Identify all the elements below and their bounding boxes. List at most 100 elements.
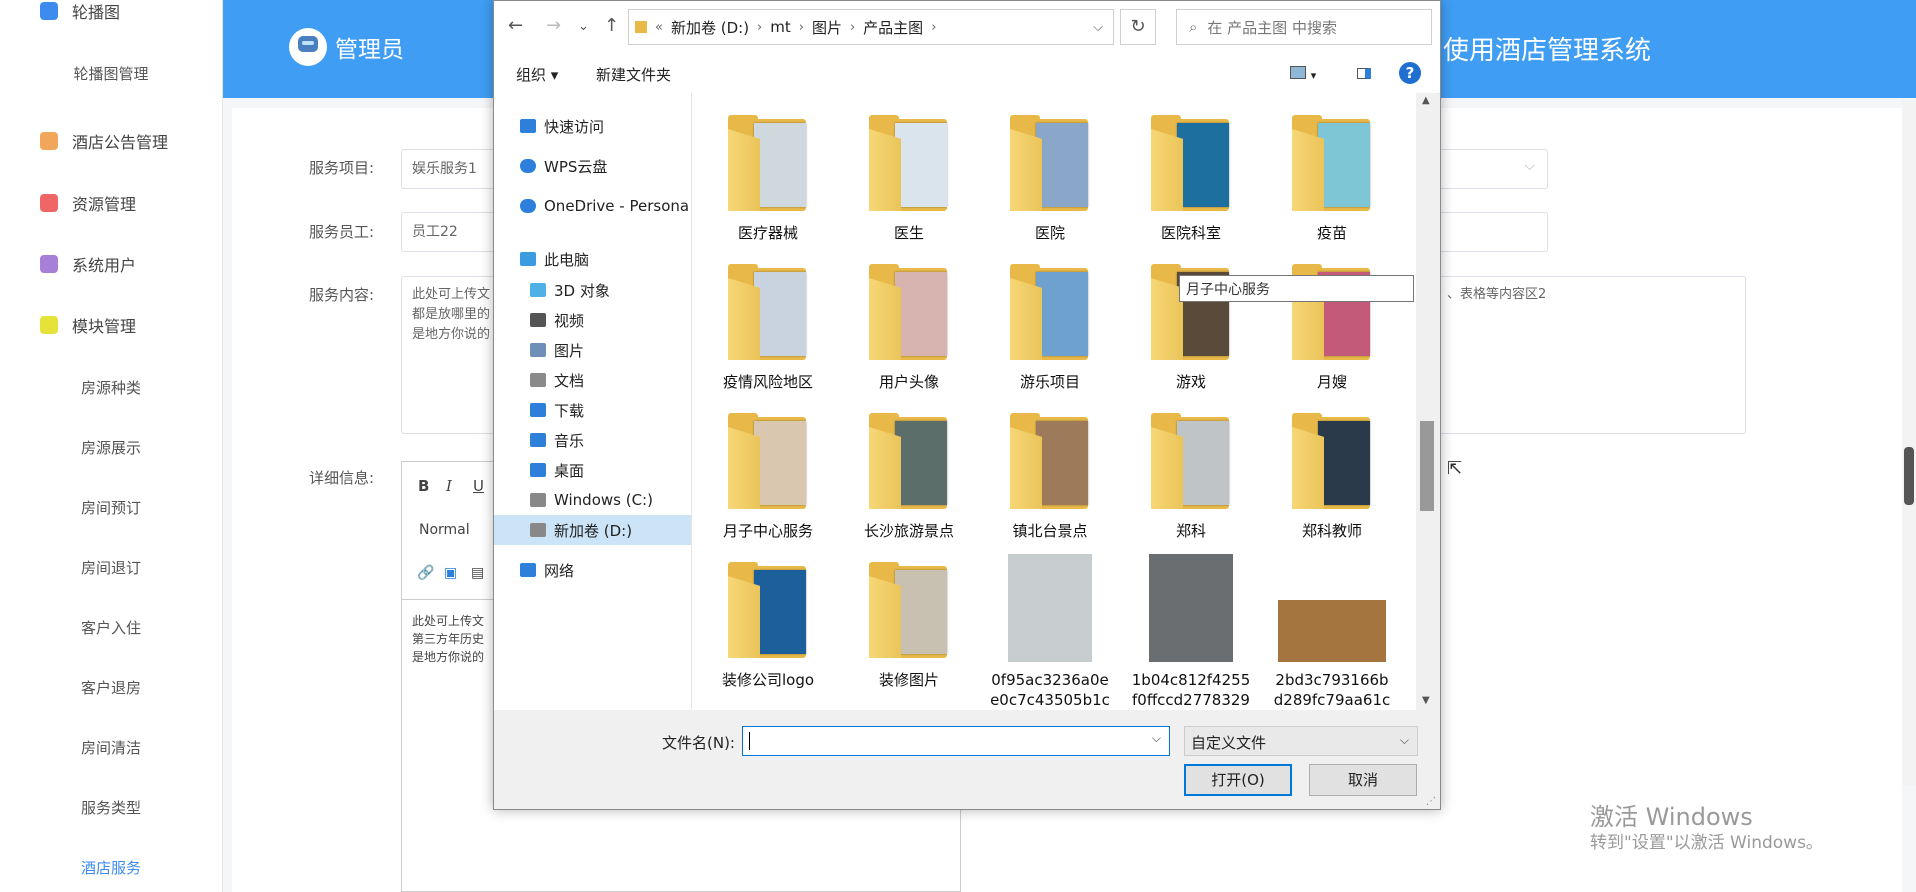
folder-item[interactable]: 装修图片 bbox=[843, 562, 975, 690]
cancel-button[interactable]: 取消 bbox=[1309, 764, 1417, 796]
image-icon[interactable]: ▣ bbox=[444, 565, 457, 581]
file-list-scrollbar[interactable]: ▲ ▼ bbox=[1416, 93, 1438, 710]
nav-item-5[interactable]: 视频 bbox=[494, 305, 691, 335]
help-icon[interactable]: ? bbox=[1399, 62, 1421, 84]
folder-item[interactable]: 镇北台景点 bbox=[984, 413, 1116, 541]
breadcrumb-pictures[interactable]: 图片 bbox=[812, 17, 842, 38]
nav-item-6[interactable]: 图片 bbox=[494, 335, 691, 365]
sidebar-item-10[interactable]: 客户入住 bbox=[0, 616, 222, 638]
image-file-item[interactable]: 0f95ac3236a0e e0c7c43505b1c bbox=[984, 554, 1116, 710]
sidebar-item-8[interactable]: 房间预订 bbox=[0, 496, 222, 518]
organize-button[interactable]: 组织 ▾ bbox=[516, 64, 558, 85]
sidebar-item-2[interactable]: 酒店公告管理 bbox=[0, 130, 222, 152]
folder-item[interactable]: 疫情风险地区 bbox=[702, 264, 834, 392]
chevron-down-icon[interactable]: ⌵ bbox=[1152, 731, 1161, 746]
sidebar-item-14[interactable]: 酒店服务 bbox=[0, 856, 222, 878]
scroll-down-icon[interactable]: ▼ bbox=[1422, 695, 1430, 706]
folder-item[interactable]: 医院科室 bbox=[1125, 115, 1257, 243]
folder-item[interactable]: 郑科 bbox=[1125, 413, 1257, 541]
nav-item-12[interactable]: 新加卷 (D:) bbox=[494, 515, 691, 545]
nav-item-11[interactable]: Windows (C:) bbox=[494, 485, 691, 515]
drive-icon bbox=[530, 523, 546, 537]
video-icon[interactable]: ▤ bbox=[471, 565, 484, 581]
page-scrollbar[interactable] bbox=[1902, 100, 1916, 785]
view-options-icon[interactable]: ▾ bbox=[1290, 65, 1316, 83]
sidebar-item-1[interactable]: 轮播图管理 bbox=[0, 62, 222, 84]
overflow-chevron-icon[interactable]: « bbox=[655, 20, 663, 35]
format-select[interactable]: Normal bbox=[419, 522, 470, 538]
back-arrow-icon[interactable]: ← bbox=[508, 15, 523, 36]
breadcrumb-drive[interactable]: 新加卷 (D:) bbox=[671, 17, 749, 38]
folder-item[interactable]: 疫苗 bbox=[1266, 115, 1398, 243]
sidebar-item-4[interactable]: 系统用户 bbox=[0, 253, 222, 275]
filename-input[interactable]: ⌵ bbox=[742, 726, 1170, 756]
sidebar-item-6[interactable]: 房源种类 bbox=[0, 376, 222, 398]
nav-item-4[interactable]: 3D 对象 bbox=[494, 275, 691, 305]
image-thumbnail bbox=[1008, 554, 1092, 662]
breadcrumb-separator-icon[interactable]: › bbox=[931, 20, 936, 35]
folder-item[interactable]: 月子中心服务 bbox=[702, 413, 834, 541]
folder-item[interactable]: 医生 bbox=[843, 115, 975, 243]
nav-item-2[interactable]: OneDrive - Persona bbox=[494, 191, 691, 221]
folder-item[interactable]: 长沙旅游景点 bbox=[843, 413, 975, 541]
nav-item-13[interactable]: 网络 bbox=[494, 555, 691, 585]
filetype-value: 自定义文件 bbox=[1191, 734, 1267, 752]
nav-item-3[interactable]: 此电脑 bbox=[494, 244, 691, 274]
folder-item[interactable]: 用户头像 bbox=[843, 264, 975, 392]
folder-item[interactable]: 游乐项目 bbox=[984, 264, 1116, 392]
breadcrumb-product-images[interactable]: 产品主图 bbox=[863, 17, 923, 38]
filetype-select[interactable]: 自定义文件 ⌵ bbox=[1184, 726, 1418, 756]
forward-arrow-icon[interactable]: → bbox=[546, 15, 561, 36]
file-name-label: 月嫂 bbox=[1316, 373, 1347, 391]
page-scrollbar-thumb[interactable] bbox=[1904, 447, 1914, 505]
recent-dropdown-icon[interactable]: ⌄ bbox=[578, 19, 589, 34]
sidebar-item-11[interactable]: 客户退房 bbox=[0, 676, 222, 698]
nav-item-7[interactable]: 文档 bbox=[494, 365, 691, 395]
underline-button[interactable]: U bbox=[473, 477, 484, 495]
chevron-down-icon[interactable]: ⌵ bbox=[1093, 20, 1103, 35]
up-arrow-icon[interactable]: ↑ bbox=[604, 15, 619, 36]
nav-item-9[interactable]: 音乐 bbox=[494, 425, 691, 455]
sidebar-item-0[interactable]: 轮播图 bbox=[0, 0, 222, 22]
nav-item-label: 音乐 bbox=[554, 431, 585, 450]
folder-item[interactable]: 医院 bbox=[984, 115, 1116, 243]
folder-item[interactable]: 医疗器械 bbox=[702, 115, 834, 243]
search-placeholder: 在 产品主图 中搜索 bbox=[1207, 18, 1337, 37]
search-box[interactable]: ⌕ 在 产品主图 中搜索 bbox=[1176, 9, 1432, 45]
folder-item[interactable]: 装修公司logo bbox=[702, 562, 834, 690]
nav-item-0[interactable]: 快速访问 bbox=[494, 111, 691, 141]
file-name-label: 郑科教师 bbox=[1301, 522, 1362, 540]
admin-user[interactable]: 管理员 bbox=[289, 28, 404, 66]
sidebar-item-13[interactable]: 服务类型 bbox=[0, 796, 222, 818]
nav-item-10[interactable]: 桌面 bbox=[494, 455, 691, 485]
new-folder-button[interactable]: 新建文件夹 bbox=[596, 64, 671, 85]
sidebar-item-7[interactable]: 房源展示 bbox=[0, 436, 222, 458]
dialog-toolbar: 组织 ▾ 新建文件夹 ▾ ? bbox=[494, 53, 1440, 94]
nav-item-1[interactable]: WPS云盘 bbox=[494, 151, 691, 181]
breadcrumb-separator-icon[interactable]: › bbox=[850, 20, 855, 35]
refresh-button[interactable]: ↻ bbox=[1120, 9, 1156, 45]
breadcrumb-mt[interactable]: mt bbox=[770, 18, 791, 36]
image-file-item[interactable]: 2bd3c793166b d289fc79aa61c bbox=[1266, 562, 1398, 710]
nav-item-8[interactable]: 下载 bbox=[494, 395, 691, 425]
folder-item[interactable]: 郑科教师 bbox=[1266, 413, 1398, 541]
bold-button[interactable]: B bbox=[418, 477, 429, 495]
scroll-up-icon[interactable]: ▲ bbox=[1422, 95, 1430, 106]
breadcrumb-separator-icon[interactable]: › bbox=[757, 20, 762, 35]
sidebar-item-label: 服务类型 bbox=[80, 798, 141, 817]
folder-icon bbox=[1290, 115, 1374, 215]
open-button[interactable]: 打开(O) bbox=[1184, 764, 1292, 796]
sidebar-item-5[interactable]: 模块管理 bbox=[0, 314, 222, 336]
sidebar-item-9[interactable]: 房间退订 bbox=[0, 556, 222, 578]
resize-grip-icon[interactable]: ⋰ bbox=[1426, 796, 1436, 807]
breadcrumb-separator-icon[interactable]: › bbox=[799, 20, 804, 35]
sidebar-item-3[interactable]: 资源管理 bbox=[0, 192, 222, 214]
file-list-scrollbar-thumb[interactable] bbox=[1420, 421, 1434, 511]
image-file-item[interactable]: 1b04c812f4255 f0ffccd2778329 bbox=[1125, 554, 1257, 710]
address-bar[interactable]: « 新加卷 (D:) › mt › 图片 › 产品主图 › ⌵ bbox=[628, 9, 1114, 45]
link-icon[interactable]: 🔗 bbox=[417, 565, 434, 581]
sidebar-item-12[interactable]: 房间清洁 bbox=[0, 736, 222, 758]
italic-button[interactable]: I bbox=[446, 477, 452, 495]
preview-pane-icon[interactable] bbox=[1357, 65, 1371, 83]
download-icon bbox=[530, 403, 546, 417]
